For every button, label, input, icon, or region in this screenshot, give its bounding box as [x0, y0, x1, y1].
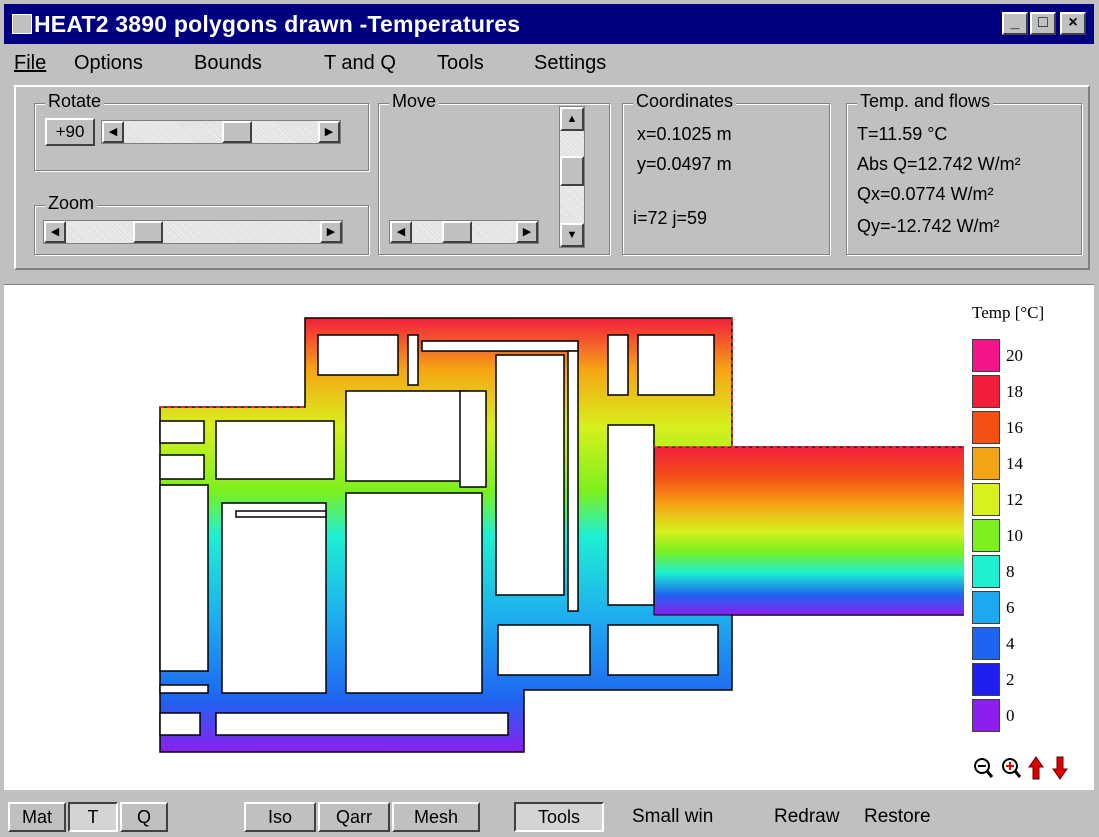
zoom-slider[interactable]: ◀ ▶: [43, 220, 343, 244]
zoom-out-icon[interactable]: [974, 758, 994, 778]
temp-flows-label: Temp. and flows: [857, 91, 994, 112]
scroll-left-icon[interactable]: ◀: [102, 121, 124, 143]
move-v-slider-thumb[interactable]: [560, 155, 584, 186]
menu-t-and-q[interactable]: T and Q: [324, 52, 396, 75]
legend-swatch: [972, 591, 1000, 624]
legend-title: Temp [°C]: [972, 303, 1045, 322]
temp-flows-group: Temp. and flows T=11.59 °C Abs Q=12.742 …: [846, 91, 1082, 255]
scroll-right-icon[interactable]: ▶: [516, 221, 538, 243]
legend-value: 0: [1006, 706, 1015, 725]
abs-q-value: Abs Q=12.742 W/m²: [857, 154, 1021, 174]
arrow-down-icon[interactable]: [1052, 756, 1068, 780]
zoom-in-icon[interactable]: [1002, 758, 1022, 778]
coord-ij: i=72 j=59: [633, 208, 708, 228]
zoom-label: Zoom: [45, 193, 98, 214]
redraw-link[interactable]: Redraw: [774, 806, 839, 828]
zoom-slider-thumb[interactable]: [133, 221, 164, 243]
q-button[interactable]: Q: [120, 802, 168, 832]
legend-value: 18: [1006, 382, 1023, 401]
mat-button[interactable]: Mat: [8, 802, 66, 832]
scroll-right-icon[interactable]: ▶: [318, 121, 340, 143]
legend-value: 6: [1006, 598, 1015, 617]
move-label: Move: [389, 91, 440, 112]
scroll-up-icon[interactable]: ▲: [560, 107, 584, 131]
menu-tools[interactable]: Tools: [437, 52, 484, 75]
move-h-slider-thumb[interactable]: [441, 221, 472, 243]
rotate-label: Rotate: [45, 91, 105, 112]
legend-swatch: [972, 663, 1000, 696]
scroll-left-icon[interactable]: ◀: [44, 221, 66, 243]
legend-value: 14: [1006, 454, 1023, 473]
rotate-slider-thumb[interactable]: [222, 121, 253, 143]
app-icon: [12, 14, 32, 34]
legend-value: 16: [1006, 418, 1023, 437]
qx-value: Qx=0.0774 W/m²: [857, 184, 994, 204]
legend-swatch: [972, 483, 1000, 516]
legend-value: 8: [1006, 562, 1015, 581]
rotate-slider[interactable]: ◀ ▶: [101, 120, 341, 144]
legend-swatch: [972, 447, 1000, 480]
zoom-group: Zoom ◀ ▶: [34, 193, 369, 255]
menu-settings[interactable]: Settings: [534, 52, 606, 75]
move-h-slider[interactable]: ◀ ▶: [389, 220, 539, 244]
arrow-up-icon[interactable]: [1028, 756, 1044, 780]
coord-y: y=0.0497 m: [637, 154, 732, 174]
maximize-button[interactable]: □: [1030, 12, 1056, 35]
tools-button[interactable]: Tools: [514, 802, 604, 832]
mesh-button[interactable]: Mesh: [392, 802, 480, 832]
scroll-down-icon[interactable]: ▼: [560, 223, 584, 247]
close-button[interactable]: ×: [1060, 12, 1086, 35]
legend-value: 2: [1006, 670, 1015, 689]
menu-file[interactable]: File: [14, 52, 46, 75]
legend-value: 12: [1006, 490, 1023, 509]
qarr-button[interactable]: Qarr: [318, 802, 390, 832]
menu-bounds[interactable]: Bounds: [194, 52, 262, 75]
coord-x: x=0.1025 m: [637, 124, 732, 144]
qy-value: Qy=-12.742 W/m²: [857, 216, 1000, 236]
control-panel: Rotate +90 ◀ ▶ Zoom ◀ ▶ Move ◀ ▶ ▲ ▼ Coo…: [14, 85, 1090, 270]
legend-swatch: [972, 375, 1000, 408]
legend-swatch: [972, 339, 1000, 372]
minimize-button[interactable]: _: [1002, 12, 1028, 35]
canvas-toolbar-icons: [974, 756, 1068, 780]
legend-swatch: [972, 411, 1000, 444]
scroll-right-icon[interactable]: ▶: [320, 221, 342, 243]
t-button[interactable]: T: [68, 802, 118, 832]
legend-swatch: [972, 555, 1000, 588]
bottom-toolbar: Mat T Q Iso Qarr Mesh Tools Small win Re…: [4, 792, 1094, 837]
restore-link[interactable]: Restore: [864, 806, 931, 828]
legend-value: 4: [1006, 634, 1015, 653]
move-group: Move ◀ ▶ ▲ ▼: [378, 91, 610, 255]
menu-options[interactable]: Options: [74, 52, 143, 75]
legend-swatch: [972, 699, 1000, 732]
rotate-plus90-button[interactable]: +90: [45, 118, 95, 146]
legend-swatch: [972, 627, 1000, 660]
small-win-link[interactable]: Small win: [632, 806, 713, 828]
legend-value: 20: [1006, 346, 1023, 365]
temperature-canvas[interactable]: Temp [°C] 20 18 16 14 12 10 8 6 4 2 0: [4, 284, 1094, 790]
legend-value: 10: [1006, 526, 1023, 545]
temp-value: T=11.59 °C: [857, 124, 948, 144]
legend-swatch: [972, 519, 1000, 552]
rotate-group: Rotate +90 ◀ ▶: [34, 91, 369, 171]
title-bar: HEAT2 3890 polygons drawn -Temperatures …: [4, 4, 1094, 44]
coordinates-label: Coordinates: [633, 91, 737, 112]
coordinates-group: Coordinates x=0.1025 m y=0.0497 m i=72 j…: [622, 91, 830, 255]
move-v-slider[interactable]: ▲ ▼: [559, 106, 585, 248]
menu-bar: File Options Bounds T and Q Tools Settin…: [4, 46, 1094, 82]
window-title: HEAT2 3890 polygons drawn -Temperatures: [34, 11, 521, 37]
temperature-field: [159, 317, 964, 753]
iso-button[interactable]: Iso: [244, 802, 316, 832]
scroll-left-icon[interactable]: ◀: [390, 221, 412, 243]
